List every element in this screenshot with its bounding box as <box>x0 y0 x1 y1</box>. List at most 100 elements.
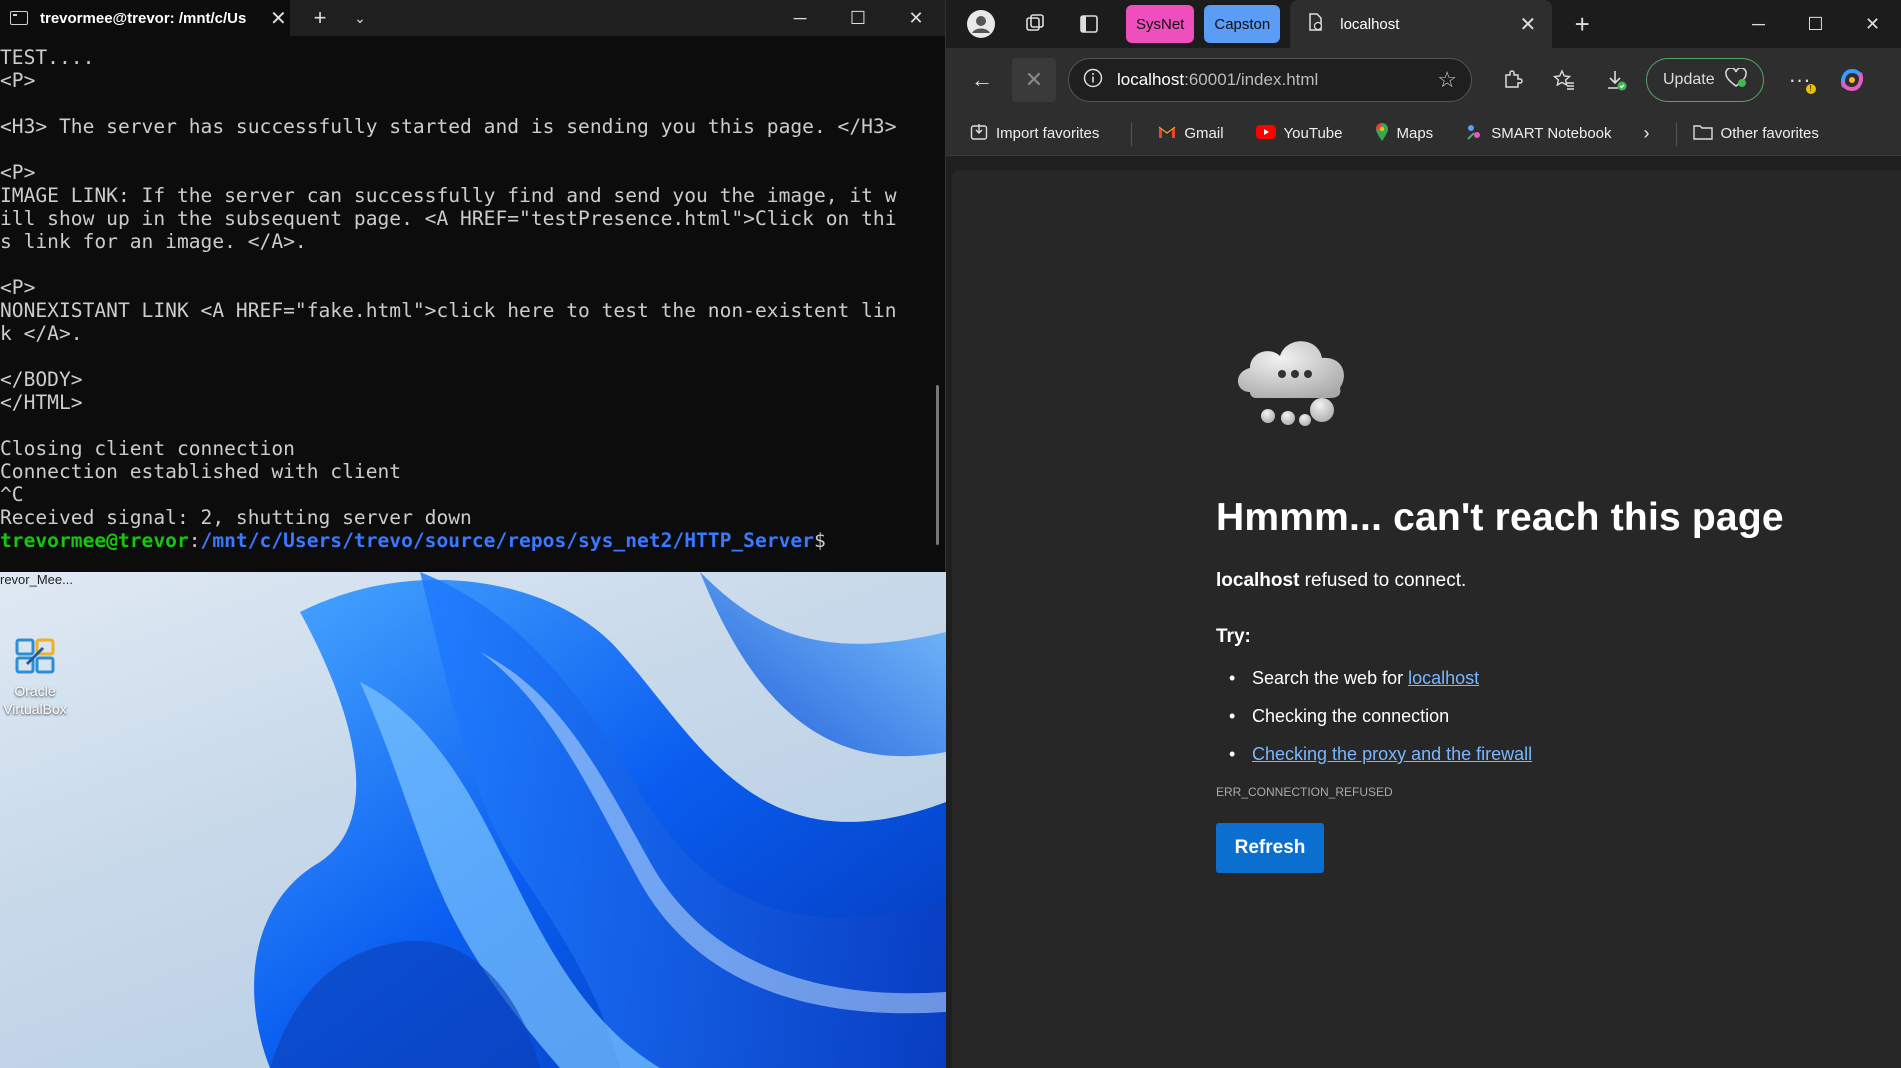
update-button-label: Update <box>1663 71 1715 88</box>
address-host: localhost <box>1117 70 1185 89</box>
close-window-icon[interactable]: ✕ <box>887 0 945 36</box>
workspaces-icon[interactable] <box>1008 0 1062 48</box>
error-title: Hmmm... can't reach this page <box>1216 496 1784 539</box>
error-message: refused to connect. <box>1299 570 1467 591</box>
tab-localhost[interactable]: localhost ✕ <box>1290 0 1553 48</box>
import-icon <box>970 123 988 145</box>
browser-window[interactable]: SysNet Capston localhost ✕ + ─ ☐ ✕ ← ✕ l… <box>946 0 1901 1068</box>
close-tab-icon[interactable]: ✕ <box>1519 12 1536 37</box>
profile-icon[interactable] <box>954 0 1008 48</box>
desktop-icon-label-clipped[interactable]: revor_Mee... <box>0 572 73 587</box>
proxy-firewall-link[interactable]: Checking the proxy and the firewall <box>1252 744 1532 764</box>
suggestion-list: Search the web for localhost Checking th… <box>1216 668 1816 765</box>
virtualbox-label-line1: Oracle <box>14 683 56 699</box>
try-heading: Try: <box>1216 626 1251 647</box>
favorite-import[interactable]: Import favorites <box>970 123 1099 145</box>
search-localhost-link[interactable]: localhost <box>1408 668 1479 688</box>
close-window-icon[interactable]: ✕ <box>1844 0 1901 48</box>
terminal-line: TEST.... <box>0 46 95 69</box>
close-tab-icon[interactable]: ✕ <box>270 6 287 31</box>
terminal-lines: TEST.... <P> <H3> The server has successfu… <box>0 46 930 529</box>
favorite-label: Import favorites <box>996 125 1100 142</box>
terminal-line: IMAGE LINK: If the server can successful… <box>0 184 897 207</box>
page-content: Hmmm... can't reach this page localhost … <box>952 170 1901 1068</box>
desktop: revor_Mee... Oracle VirtualBox <box>0 572 946 1068</box>
terminal-tab[interactable]: trevormee@trevor: /mnt/c/Us ✕ <box>0 0 290 36</box>
maximize-icon[interactable]: ☐ <box>829 0 887 36</box>
favorites-icon[interactable] <box>1542 58 1586 102</box>
favorite-smart-notebook[interactable]: SMART Notebook <box>1465 123 1612 145</box>
favorite-label: Gmail <box>1184 125 1224 142</box>
tab-actions-icon[interactable] <box>1062 0 1116 48</box>
terminal-line: Connection established with client <box>0 460 402 483</box>
terminal-window[interactable]: trevormee@trevor: /mnt/c/Us ✕ + ⌄ ─ ☐ ✕ … <box>0 0 946 572</box>
warning-badge-icon: ! <box>1805 84 1816 94</box>
other-favorites-label: Other favorites <box>1720 125 1819 142</box>
terminal-line: </HTML> <box>0 391 83 414</box>
suggestion-proxy: Checking the proxy and the firewall <box>1216 744 1816 765</box>
prompt-path: /mnt/c/Users/trevo/source/repos/sys_net2… <box>200 529 814 552</box>
stop-loading-icon[interactable]: ✕ <box>1012 58 1056 102</box>
new-tab-icon[interactable]: + <box>300 5 340 31</box>
chevron-right-icon[interactable]: › <box>1644 123 1650 144</box>
virtualbox-desktop-icon[interactable]: Oracle VirtualBox <box>0 634 70 718</box>
suggestion-search: Search the web for localhost <box>1216 668 1816 689</box>
favorite-label: SMART Notebook <box>1491 125 1612 142</box>
terminal-tab-title: trevormee@trevor: /mnt/c/Us <box>40 9 247 27</box>
active-tab-title: localhost <box>1340 15 1400 33</box>
favorites-divider <box>1131 121 1133 146</box>
maximize-icon[interactable]: ☐ <box>1787 0 1844 48</box>
terminal-output[interactable]: TEST.... <P> <H3> The server has successfu… <box>0 46 930 552</box>
folder-icon <box>1692 124 1713 144</box>
maps-icon <box>1375 122 1389 146</box>
page-error-icon <box>1306 13 1324 35</box>
minimize-icon[interactable]: ─ <box>771 0 829 36</box>
browser-toolbar: ← ✕ localhost:60001/index.html ☆ Update … <box>946 48 1901 112</box>
terminal-line: <P> <box>0 161 36 184</box>
favorite-label: Maps <box>1396 125 1434 142</box>
address-path: :60001/index.html <box>1184 70 1319 89</box>
tab-group-sysnet[interactable]: SysNet <box>1126 5 1195 43</box>
favorites-bar: Import favorites Gmail YouTube Maps SMAR… <box>946 112 1901 156</box>
terminal-prompt[interactable]: trevormee@trevor:/mnt/c/Users/trevo/sour… <box>0 529 930 552</box>
youtube-icon <box>1255 124 1276 143</box>
terminal-line: <P> <box>0 69 36 92</box>
settings-more-icon[interactable]: ···! <box>1778 58 1822 102</box>
extensions-icon[interactable] <box>1490 58 1534 102</box>
terminal-line: ^C <box>0 483 24 506</box>
favorite-star-icon[interactable]: ☆ <box>1437 67 1457 93</box>
gmail-icon <box>1158 125 1176 143</box>
site-info-icon[interactable] <box>1083 68 1103 93</box>
terminal-scrollbar[interactable] <box>936 385 939 545</box>
error-code: ERR_CONNECTION_REFUSED <box>1216 785 1393 799</box>
downloads-icon[interactable] <box>1594 58 1638 102</box>
favorites-divider <box>1675 121 1677 146</box>
favorite-youtube[interactable]: YouTube <box>1255 124 1343 143</box>
terminal-icon <box>10 11 28 25</box>
copilot-icon[interactable] <box>1830 58 1874 102</box>
terminal-line: s link for an image. </A>. <box>0 230 307 253</box>
update-button[interactable]: Update <box>1646 58 1764 102</box>
prompt-end: $ <box>813 529 826 552</box>
favorite-gmail[interactable]: Gmail <box>1158 125 1224 143</box>
address-bar[interactable]: localhost:60001/index.html ☆ <box>1068 58 1472 102</box>
favorite-maps[interactable]: Maps <box>1375 122 1434 146</box>
virtualbox-icon <box>13 634 57 678</box>
tab-group-capston[interactable]: Capston <box>1204 5 1281 43</box>
browser-tabbar[interactable]: SysNet Capston localhost ✕ + ─ ☐ ✕ <box>946 0 1901 48</box>
new-tab-icon[interactable]: + <box>1552 9 1612 40</box>
back-icon[interactable]: ← <box>960 58 1004 102</box>
chevron-down-icon[interactable]: ⌄ <box>340 10 380 27</box>
favorite-other-folder[interactable]: Other favorites <box>1692 124 1819 144</box>
terminal-titlebar[interactable]: trevormee@trevor: /mnt/c/Us ✕ + ⌄ ─ ☐ ✕ <box>0 0 945 36</box>
refresh-button[interactable]: Refresh <box>1216 823 1324 873</box>
minimize-icon[interactable]: ─ <box>1730 0 1787 48</box>
terminal-line: Received signal: 2, shutting server down <box>0 506 472 529</box>
wallpaper <box>254 572 946 1068</box>
terminal-line: Closing client connection <box>0 437 295 460</box>
terminal-line: <H3> The server has successfully started… <box>0 115 897 138</box>
